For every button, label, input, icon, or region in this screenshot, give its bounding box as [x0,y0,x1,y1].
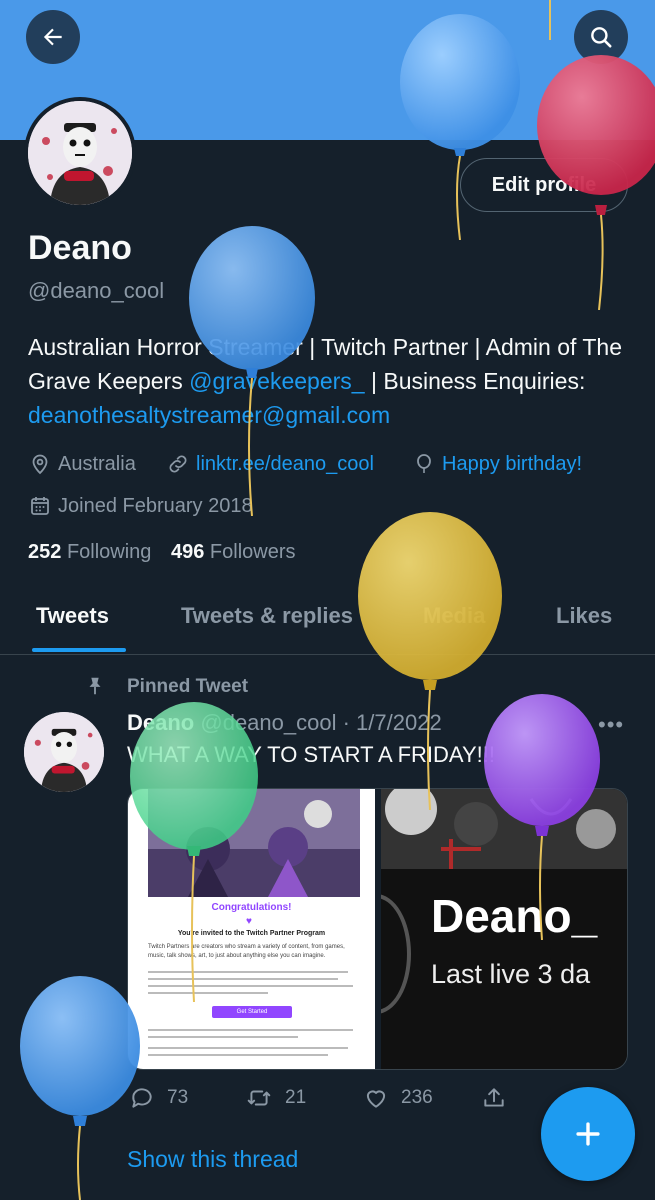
heart-icon [366,1090,386,1108]
tab-tweets[interactable]: Tweets [36,603,109,629]
twitch-avatar-ring [381,894,411,1014]
location-pin-icon [32,454,48,475]
tweet-image-twitch-profile[interactable]: Deano_ Last live 3 da [381,789,627,1069]
retweet-count: 21 [285,1087,307,1108]
tweet-header: Deano @deano_cool · 1/7/2022 [127,710,442,736]
following-link[interactable]: 252 Following [28,541,151,563]
avatar-illustration [28,101,132,205]
pinned-label: Pinned Tweet [86,676,248,698]
show-thread-link[interactable]: Show this thread [127,1146,298,1173]
pinned-text: Pinned Tweet [127,676,249,697]
profile-birthday: Happy birthday! [412,452,582,476]
followers-link[interactable]: 496 Followers [171,541,296,563]
arrow-left-icon [43,28,62,46]
active-tab-indicator [32,648,126,652]
location-text: Australia [58,452,136,475]
tab-media[interactable]: Media [423,603,485,629]
bio-mention-link[interactable]: @gravekeepers_ [189,368,365,394]
reply-icon [132,1088,152,1108]
followers-count: 496 [170,541,205,563]
profile-joined: Joined February 2018 [28,494,253,518]
profile-website[interactable]: linktr.ee/deano_cool [166,452,374,476]
profile-avatar[interactable] [24,97,136,209]
followers-label: Followers [209,541,296,563]
twitch-channel-name: Deano_ [431,890,598,942]
tweet-date[interactable]: 1/7/2022 [356,710,442,735]
joined-text: Joined February 2018 [58,494,253,517]
share-icon [484,1088,504,1107]
tweet-author-name[interactable]: Deano [127,710,194,735]
compose-tweet-button[interactable] [541,1087,635,1181]
heart-icon: ♥ [246,916,252,927]
calendar-icon [31,497,49,515]
search-icon [591,27,612,48]
link-icon [169,455,187,473]
email-get-started-button: Get Started [212,1006,292,1018]
email-body-lines [148,971,358,1005]
tweet-author-handle[interactable]: @deano_cool [200,710,336,735]
tweet-avatar[interactable] [24,712,104,792]
more-options-icon[interactable]: ••• [598,712,624,738]
email-header-art [148,789,360,897]
balloon-blue-3 [20,976,140,1200]
tab-tweets-replies[interactable]: Tweets & replies [181,603,353,629]
search-button[interactable] [574,10,628,64]
edit-profile-button[interactable]: Edit profile [460,158,628,212]
balloon-icon [417,454,431,473]
tweet-separator: · [336,710,357,735]
pin-icon [89,677,101,695]
reply-count: 73 [167,1087,189,1108]
twitch-last-live: Last live 3 da [431,959,591,989]
retweet-button[interactable]: 21 [245,1085,306,1111]
tweet-text: WHAT A WAY TO START A FRIDAY!!! [127,742,495,767]
email-footer-lines [148,1029,358,1069]
bio-text: | Business Enquiries: [364,368,586,394]
like-count: 236 [401,1087,433,1108]
profile-handle: @deano_cool [28,278,165,303]
reply-button[interactable]: 73 [129,1085,188,1111]
birthday-text: Happy birthday! [442,452,583,475]
tab-likes[interactable]: Likes [556,603,612,629]
plus-icon [576,1122,600,1146]
follow-counts: 252 Following 496 Followers [28,541,296,564]
artwork-illustration [148,789,360,897]
banner-pattern [381,789,627,869]
tweet-image-twitch-email[interactable]: Congratulations! ♥ You're invited to the… [128,789,375,1069]
email-congrats: Congratulations! [211,902,292,913]
website-link[interactable]: linktr.ee/deano_cool [196,453,374,476]
twitch-banner-art [381,789,627,869]
tweet-media[interactable]: Congratulations! ♥ You're invited to the… [127,788,628,1070]
profile-name: Deano [28,229,132,267]
email-body: Twitch Partners are creators who stream … [148,944,345,959]
profile-location: Australia [28,452,136,476]
like-button[interactable]: 236 [363,1085,433,1111]
following-label: Following [66,541,152,563]
share-button[interactable] [481,1085,519,1111]
bio-email-link[interactable]: deanothesaltystreamer@gmail.com [28,402,390,428]
profile-bio: Australian Horror Streamer | Twitch Part… [28,330,628,432]
avatar-illustration [24,712,104,792]
retweet-icon [247,1090,271,1106]
back-button[interactable] [26,10,80,64]
email-invite: You're invited to the Twitch Partner Pro… [177,930,326,937]
tabs-divider [0,654,655,655]
following-count: 252 [28,541,62,563]
